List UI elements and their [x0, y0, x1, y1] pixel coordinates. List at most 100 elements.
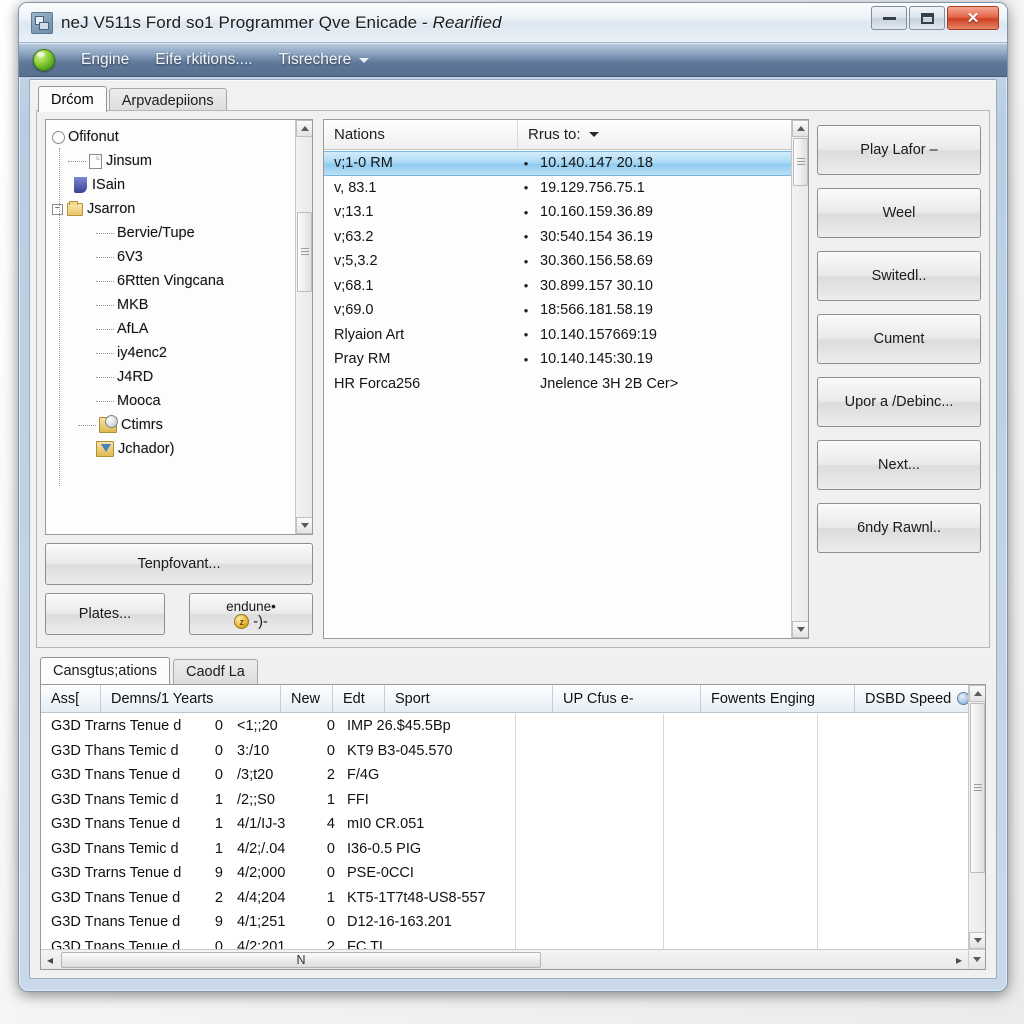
table-row[interactable]: G3D Trarns Tenue d 0 <1;;20 0 IMP 26.$45…	[41, 714, 968, 739]
list-item[interactable]: Rlyaion Art • 10.140.157669:19	[324, 323, 791, 348]
grid-header-fowents[interactable]: Fowents Enging	[701, 685, 855, 712]
list-item[interactable]: v;1-0 RM • 10.140.147 20.18	[324, 151, 791, 176]
table-row[interactable]: G3D Tnans Tenue d 0 4/2:201 2 FC TL	[41, 935, 968, 949]
grid-cell-demns: 9	[214, 865, 223, 882]
tree-vertical-scrollbar[interactable]	[295, 120, 312, 534]
list-item[interactable]: v, 83.1 • 19.129.756.75.1	[324, 176, 791, 201]
menu-item-engine[interactable]: Engine	[81, 51, 129, 69]
grid-horizontal-scrollbar[interactable]: ◂ N ▸	[41, 949, 968, 969]
tree-node-label: 6Rtten Vingcana	[117, 273, 224, 289]
tab-arpvadepiions[interactable]: Arpvadepiions	[108, 88, 227, 112]
window-title-italic: Rearified	[432, 12, 502, 32]
scroll-down-button[interactable]	[792, 621, 808, 638]
tree-node-jchador[interactable]: Jchador)	[52, 437, 296, 461]
tab-drcom[interactable]: Drćom	[38, 86, 107, 112]
scroll-right-button[interactable]: ▸	[950, 951, 968, 969]
menu-item-options[interactable]: Eife rkitions....	[155, 51, 252, 69]
list-item[interactable]: v;69.0 • 18:566.181.58.19	[324, 298, 791, 323]
table-row[interactable]: G3D Trarns Tenue d 9 4/2;000 0 PSE-0CCI	[41, 861, 968, 886]
weel-button[interactable]: Weel	[817, 188, 981, 238]
tree-node-ctimrs[interactable]: Ctimrs	[52, 413, 296, 437]
grid-header-upcfus[interactable]: UP Cfus e-	[553, 685, 701, 712]
list-item[interactable]: v;68.1 • 30.899.157 30.10	[324, 274, 791, 299]
tree-node-label: Jchador)	[118, 441, 175, 457]
scroll-down-button[interactable]	[296, 517, 312, 534]
tree-node-isain[interactable]: ISain	[52, 173, 296, 197]
hscroll-track[interactable]: N	[59, 951, 950, 969]
tree-node-label: 6V3	[117, 249, 143, 265]
table-row[interactable]: G3D Tnans Tenue d 0 /3;t20 2 F/4G	[41, 763, 968, 788]
switedl-button[interactable]: Switedl..	[817, 251, 981, 301]
scroll-up-button[interactable]	[792, 120, 808, 137]
tree-node-j4rd[interactable]: J4RD	[52, 365, 296, 389]
play-lafor-button[interactable]: Play Lafor –	[817, 125, 981, 175]
list-item[interactable]: v;13.1 • 10.160.159.36.89	[324, 200, 791, 225]
grid-vertical-scrollbar[interactable]	[968, 685, 985, 949]
tree-node-jsarron[interactable]: − Jsarron	[52, 197, 296, 221]
menu-item-tools[interactable]: Tisrechere	[279, 51, 370, 69]
list-panel: Nations Rrus to: v;1-0 RM • 10.140.147 2…	[323, 119, 809, 639]
table-row[interactable]: G3D Tnans Temic d 1 4/2;/.04 0 I36-0.5 P…	[41, 837, 968, 862]
chevron-down-icon[interactable]	[588, 132, 599, 137]
list-item[interactable]: HR Forca256 Jnelence 3H 2B Cer>	[324, 372, 791, 397]
gndy-rawnl-button[interactable]: 6ndy Rawnl..	[817, 503, 981, 553]
grid-header-demns[interactable]: Demns/1 Yearts	[101, 685, 281, 712]
grid-header-new[interactable]: New	[281, 685, 333, 712]
grid-body[interactable]: G3D Trarns Tenue d 0 <1;;20 0 IMP 26.$45…	[41, 714, 968, 949]
endure-button[interactable]: endune• z -)-	[189, 593, 313, 635]
scroll-up-button[interactable]	[969, 685, 985, 702]
list-item[interactable]: Pray RM • 10.140.145:30.19	[324, 347, 791, 372]
upora-debinc-button[interactable]: Upor a /Debinc...	[817, 377, 981, 427]
table-row[interactable]: G3D Tnans Temic d 1 /2;;S0 1 FFI	[41, 788, 968, 813]
scroll-up-button[interactable]	[296, 120, 312, 137]
grid-cell-ass: G3D Tnans Temic d	[51, 840, 179, 857]
tree-node-afla[interactable]: AfLA	[52, 317, 296, 341]
table-row[interactable]: G3D Thans Temic d 0 3:/10 0 KT9 B3-045.5…	[41, 739, 968, 764]
tree-node-bervietupe[interactable]: Bervie/Tupe	[52, 221, 296, 245]
tree-node-iy4enc2[interactable]: iy4enc2	[52, 341, 296, 365]
list-header-nations[interactable]: Nations	[324, 120, 518, 149]
endure-sublabel: -)-	[253, 613, 268, 630]
table-row[interactable]: G3D Tnans Tenue d 2 4/4;204 1 KT5-1T7t48…	[41, 886, 968, 911]
tree-node-mooca[interactable]: Mooca	[52, 389, 296, 413]
list-item[interactable]: v;63.2 • 30:540.154 36.19	[324, 225, 791, 250]
tenpfovant-button[interactable]: Tenpfovant...	[45, 543, 313, 585]
grid-header-edt[interactable]: Edt	[333, 685, 385, 712]
grid-header-dsbd[interactable]: DSBD Speed	[855, 685, 985, 712]
grid-header-ass[interactable]: Ass[	[41, 685, 101, 712]
grid-cell-ass: G3D Tnans Tenue d	[51, 767, 181, 784]
scrollbar-thumb[interactable]	[970, 703, 985, 873]
tree-node-label: Ctimrs	[121, 417, 163, 433]
cument-button[interactable]: Cument	[817, 314, 981, 364]
close-button[interactable]: ✕	[947, 6, 999, 30]
list-header-rrusto[interactable]: Rrus to:	[518, 120, 808, 149]
list-item[interactable]: v;5,3.2 • 30.360.156.58.69	[324, 249, 791, 274]
tree-node-jinsum[interactable]: Jinsum	[52, 149, 296, 173]
scroll-left-button[interactable]: ◂	[41, 951, 59, 969]
list-item-name: v;5,3.2	[334, 253, 378, 270]
list-body[interactable]: v;1-0 RM • 10.140.147 20.18 v, 83.1 • 19…	[324, 151, 791, 638]
grid-scroll-corner[interactable]	[968, 949, 985, 969]
table-row[interactable]: G3D Tnans Tenue d 1 4/1/IJ-3 4 mI0 CR.05…	[41, 812, 968, 837]
grid-header-sport[interactable]: Sport	[385, 685, 553, 712]
table-row[interactable]: G3D Tnans Tenue d 9 4/1;251 0 D12-16-163…	[41, 910, 968, 935]
tree-node-6v3[interactable]: 6V3	[52, 245, 296, 269]
scrollbar-thumb[interactable]	[793, 138, 808, 186]
list-vertical-scrollbar[interactable]	[791, 120, 808, 638]
tree-node-mkb[interactable]: MKB	[52, 293, 296, 317]
tree-view[interactable]: Ofifonut Jinsum ISain − Jsarron Bervie/T…	[46, 122, 296, 534]
minimize-button[interactable]	[871, 6, 907, 30]
scrollbar-thumb[interactable]	[297, 212, 312, 292]
maximize-button[interactable]	[909, 6, 945, 30]
grid-cell-ass: G3D Tnans Tenue d	[51, 914, 181, 931]
collapse-expander-icon[interactable]: −	[52, 203, 63, 215]
hscrollbar-thumb[interactable]: N	[61, 951, 541, 968]
plates-button[interactable]: Plates...	[45, 593, 165, 635]
tree-node-6rtten[interactable]: 6Rtten Vingcana	[52, 269, 296, 293]
tab-caodfla[interactable]: Caodf La	[172, 659, 258, 684]
globe-icon[interactable]	[33, 49, 55, 71]
scroll-down-button[interactable]	[969, 932, 985, 949]
tab-cansgtusations[interactable]: Cansgtus;ations	[40, 657, 170, 684]
next-button[interactable]: Next...	[817, 440, 981, 490]
tree-node-root[interactable]: Ofifonut	[52, 125, 296, 149]
